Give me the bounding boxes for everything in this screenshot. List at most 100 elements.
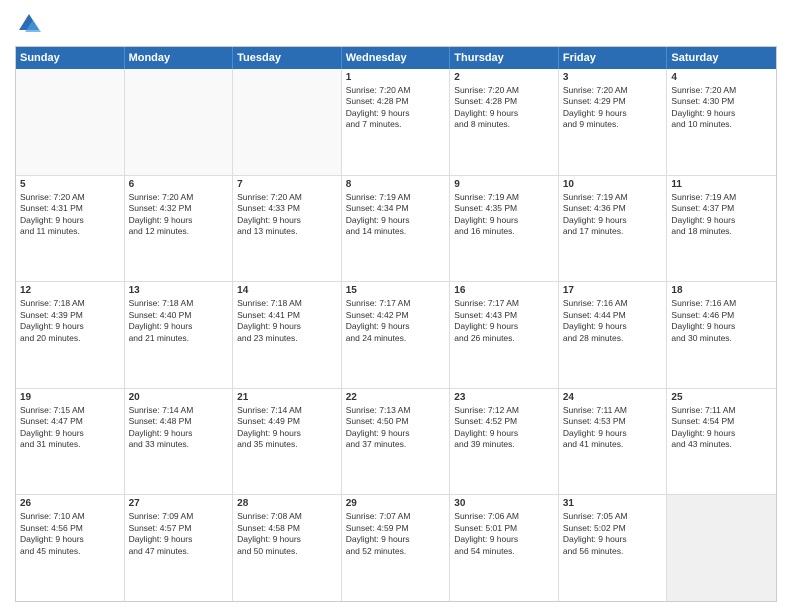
calendar-cell-day-15: 15Sunrise: 7:17 AMSunset: 4:42 PMDayligh…	[342, 282, 451, 388]
calendar-page: SundayMondayTuesdayWednesdayThursdayFrid…	[0, 0, 792, 612]
day-number: 15	[346, 285, 446, 296]
day-number: 19	[20, 392, 120, 403]
calendar-cell-day-2: 2Sunrise: 7:20 AMSunset: 4:28 PMDaylight…	[450, 69, 559, 175]
header-day-thursday: Thursday	[450, 47, 559, 69]
day-number: 23	[454, 392, 554, 403]
page-header	[15, 10, 777, 38]
calendar-cell-day-12: 12 Sunrise: 7:18 AMSunset: 4:39 PMDayligh…	[16, 282, 125, 388]
day-number: 17	[563, 285, 663, 296]
day-number: 4	[671, 72, 772, 83]
day-number: 30	[454, 498, 554, 509]
cell-info: Sunrise: 7:19 AMSunset: 4:36 PMDaylight:…	[563, 192, 663, 238]
cell-info: Sunrise: 7:16 AMSunset: 4:46 PMDaylight:…	[671, 298, 772, 344]
cell-info: Sunrise: 7:20 AMSunset: 4:33 PMDaylight:…	[237, 192, 337, 238]
calendar-cell-day-5: 5Sunrise: 7:20 AMSunset: 4:31 PMDaylight…	[16, 176, 125, 282]
day-number: 26	[20, 498, 120, 509]
cell-info: Sunrise: 7:20 AMSunset: 4:29 PMDaylight:…	[563, 85, 663, 131]
day-number: 3	[563, 72, 663, 83]
header-day-wednesday: Wednesday	[342, 47, 451, 69]
calendar-week-2: 5Sunrise: 7:20 AMSunset: 4:31 PMDaylight…	[16, 176, 776, 283]
day-number: 8	[346, 179, 446, 190]
day-number: 1	[346, 72, 446, 83]
header-day-tuesday: Tuesday	[233, 47, 342, 69]
day-number: 25	[671, 392, 772, 403]
calendar-cell-day-29: 29 Sunrise: 7:07 AMSunset: 4:59 PMDayligh…	[342, 495, 451, 601]
calendar-cell-day-19: 19 Sunrise: 7:15 AMSunset: 4:47 PMDayligh…	[16, 389, 125, 495]
cell-info: Sunrise: 7:20 AMSunset: 4:30 PMDaylight:…	[671, 85, 772, 131]
header-day-sunday: Sunday	[16, 47, 125, 69]
day-number: 20	[129, 392, 229, 403]
day-number: 12	[20, 285, 120, 296]
day-number: 29	[346, 498, 446, 509]
cell-info: Sunrise: 7:16 AMSunset: 4:44 PMDaylight:…	[563, 298, 663, 344]
cell-info: Sunrise: 7:18 AMSunset: 4:40 PMDaylight:…	[129, 298, 229, 344]
calendar-cell-day-28: 28Sunrise: 7:08 AMSunset: 4:58 PMDayligh…	[233, 495, 342, 601]
cell-info: Sunrise: 7:20 AMSunset: 4:28 PMDaylight:…	[346, 85, 446, 131]
header-day-monday: Monday	[125, 47, 234, 69]
calendar-cell-day-30: 30Sunrise: 7:06 AMSunset: 5:01 PMDayligh…	[450, 495, 559, 601]
calendar-body: 1 Sunrise: 7:20 AMSunset: 4:28 PMDaylight…	[16, 69, 776, 601]
cell-info: Sunrise: 7:10 AMSunset: 4:56 PMDaylight:…	[20, 511, 120, 557]
calendar-cell-day-11: 11Sunrise: 7:19 AMSunset: 4:37 PMDayligh…	[667, 176, 776, 282]
cell-info: Sunrise: 7:18 AMSunset: 4:39 PMDaylight:…	[20, 298, 120, 344]
day-number: 5	[20, 179, 120, 190]
day-number: 9	[454, 179, 554, 190]
day-number: 21	[237, 392, 337, 403]
cell-info: Sunrise: 7:07 AMSunset: 4:59 PMDaylight:…	[346, 511, 446, 557]
calendar-cell-day-22: 22 Sunrise: 7:13 AMSunset: 4:50 PMDayligh…	[342, 389, 451, 495]
cell-info: Sunrise: 7:11 AMSunset: 4:54 PMDaylight:…	[671, 405, 772, 451]
calendar-cell-empty	[667, 495, 776, 601]
cell-info: Sunrise: 7:19 AMSunset: 4:37 PMDaylight:…	[671, 192, 772, 238]
calendar-cell-day-13: 13 Sunrise: 7:18 AMSunset: 4:40 PMDayligh…	[125, 282, 234, 388]
calendar-cell-day-8: 8 Sunrise: 7:19 AMSunset: 4:34 PMDaylight…	[342, 176, 451, 282]
day-number: 16	[454, 285, 554, 296]
calendar-cell-day-24: 24 Sunrise: 7:11 AMSunset: 4:53 PMDayligh…	[559, 389, 668, 495]
calendar-cell-empty	[16, 69, 125, 175]
calendar-cell-day-27: 27 Sunrise: 7:09 AMSunset: 4:57 PMDayligh…	[125, 495, 234, 601]
calendar-cell-day-21: 21 Sunrise: 7:14 AMSunset: 4:49 PMDayligh…	[233, 389, 342, 495]
day-number: 10	[563, 179, 663, 190]
calendar-header: SundayMondayTuesdayWednesdayThursdayFrid…	[16, 47, 776, 69]
cell-info: Sunrise: 7:19 AMSunset: 4:35 PMDaylight:…	[454, 192, 554, 238]
calendar-cell-day-31: 31 Sunrise: 7:05 AMSunset: 5:02 PMDayligh…	[559, 495, 668, 601]
calendar-cell-day-3: 3 Sunrise: 7:20 AMSunset: 4:29 PMDaylight…	[559, 69, 668, 175]
cell-info: Sunrise: 7:05 AMSunset: 5:02 PMDaylight:…	[563, 511, 663, 557]
cell-info: Sunrise: 7:11 AMSunset: 4:53 PMDaylight:…	[563, 405, 663, 451]
calendar-cell-day-25: 25 Sunrise: 7:11 AMSunset: 4:54 PMDayligh…	[667, 389, 776, 495]
header-day-saturday: Saturday	[667, 47, 776, 69]
cell-info: Sunrise: 7:12 AMSunset: 4:52 PMDaylight:…	[454, 405, 554, 451]
day-number: 2	[454, 72, 554, 83]
calendar-cell-day-7: 7 Sunrise: 7:20 AMSunset: 4:33 PMDaylight…	[233, 176, 342, 282]
cell-info: Sunrise: 7:17 AMSunset: 4:43 PMDaylight:…	[454, 298, 554, 344]
day-number: 13	[129, 285, 229, 296]
cell-info: Sunrise: 7:14 AMSunset: 4:49 PMDaylight:…	[237, 405, 337, 451]
cell-info: Sunrise: 7:19 AMSunset: 4:34 PMDaylight:…	[346, 192, 446, 238]
calendar-week-5: 26 Sunrise: 7:10 AMSunset: 4:56 PMDayligh…	[16, 495, 776, 601]
cell-info: Sunrise: 7:18 AMSunset: 4:41 PMDaylight:…	[237, 298, 337, 344]
calendar-cell-empty	[233, 69, 342, 175]
day-number: 6	[129, 179, 229, 190]
cell-info: Sunrise: 7:13 AMSunset: 4:50 PMDaylight:…	[346, 405, 446, 451]
calendar-cell-day-20: 20Sunrise: 7:14 AMSunset: 4:48 PMDayligh…	[125, 389, 234, 495]
day-number: 22	[346, 392, 446, 403]
day-number: 7	[237, 179, 337, 190]
logo	[15, 10, 47, 38]
calendar-grid: SundayMondayTuesdayWednesdayThursdayFrid…	[15, 46, 777, 602]
calendar-cell-day-14: 14Sunrise: 7:18 AMSunset: 4:41 PMDayligh…	[233, 282, 342, 388]
calendar-cell-day-9: 9 Sunrise: 7:19 AMSunset: 4:35 PMDaylight…	[450, 176, 559, 282]
calendar-week-1: 1 Sunrise: 7:20 AMSunset: 4:28 PMDaylight…	[16, 69, 776, 176]
day-number: 31	[563, 498, 663, 509]
calendar-cell-day-17: 17 Sunrise: 7:16 AMSunset: 4:44 PMDayligh…	[559, 282, 668, 388]
calendar-cell-day-23: 23 Sunrise: 7:12 AMSunset: 4:52 PMDayligh…	[450, 389, 559, 495]
calendar-week-4: 19 Sunrise: 7:15 AMSunset: 4:47 PMDayligh…	[16, 389, 776, 496]
header-day-friday: Friday	[559, 47, 668, 69]
calendar-cell-day-4: 4 Sunrise: 7:20 AMSunset: 4:30 PMDaylight…	[667, 69, 776, 175]
calendar-cell-day-10: 10 Sunrise: 7:19 AMSunset: 4:36 PMDayligh…	[559, 176, 668, 282]
cell-info: Sunrise: 7:09 AMSunset: 4:57 PMDaylight:…	[129, 511, 229, 557]
calendar-cell-day-6: 6Sunrise: 7:20 AMSunset: 4:32 PMDaylight…	[125, 176, 234, 282]
cell-info: Sunrise: 7:15 AMSunset: 4:47 PMDaylight:…	[20, 405, 120, 451]
day-number: 27	[129, 498, 229, 509]
day-number: 24	[563, 392, 663, 403]
calendar-cell-day-26: 26 Sunrise: 7:10 AMSunset: 4:56 PMDayligh…	[16, 495, 125, 601]
day-number: 18	[671, 285, 772, 296]
